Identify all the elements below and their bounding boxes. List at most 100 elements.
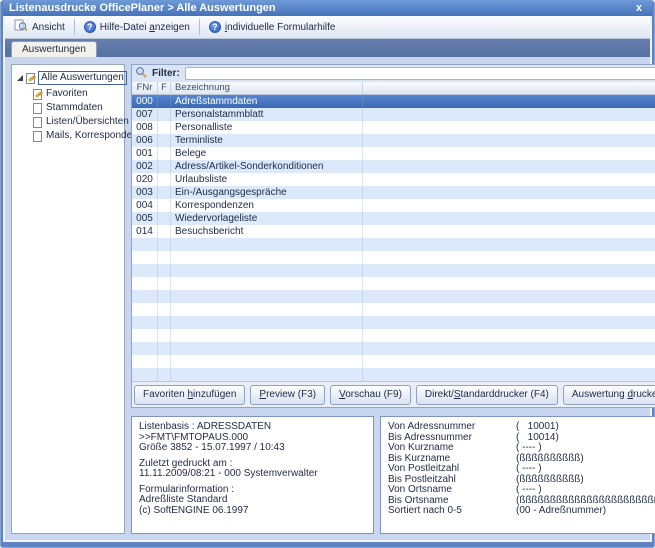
cell-fnr: 002	[132, 160, 158, 173]
table-row[interactable]: 006Terminliste	[132, 134, 655, 147]
direkt-standarddrucker-button[interactable]: Direkt/Standarddrucker (F4)	[416, 385, 558, 405]
cell-f	[158, 121, 171, 134]
table-row[interactable]: 020 Urlaubsliste	[132, 173, 655, 186]
cell-rest	[363, 277, 655, 290]
button-row: Favoriten hinzufügenPreview (F3)Vorschau…	[132, 381, 655, 407]
filter-row: Filter:	[132, 65, 655, 82]
param-row: Von Kurzname( ---- )	[388, 443, 655, 454]
window-title: Listenausdrucke OfficePlaner > Alle Ausw…	[9, 0, 632, 16]
table-row[interactable]: 004Korrespondenzen	[132, 199, 655, 212]
cell-rest	[363, 121, 655, 134]
close-button[interactable]: x	[632, 1, 646, 15]
auswertung-drucken-button[interactable]: Auswertung drucken	[563, 385, 655, 405]
tree-item-stammdaten[interactable]: Stammdaten	[15, 101, 121, 115]
cell-fnr	[132, 329, 158, 342]
cell-bezeichnung	[171, 316, 363, 329]
cell-bezeichnung	[171, 277, 363, 290]
cell-bezeichnung: Wiedervorlageliste	[171, 212, 363, 225]
help-icon: ?	[84, 21, 96, 33]
cell-rest	[363, 160, 655, 173]
empty-row[interactable]	[132, 368, 655, 381]
cell-bezeichnung: Ein-/Ausgangsgespräche	[171, 186, 363, 199]
cell-bezeichnung: Urlaubsliste	[171, 173, 363, 186]
view-icon	[14, 19, 28, 35]
cell-bezeichnung	[171, 355, 363, 368]
empty-row[interactable]	[132, 316, 655, 329]
empty-row[interactable]	[132, 303, 655, 316]
cell-f	[158, 225, 171, 238]
param-value: (00 - Adreßnummer)	[516, 506, 606, 517]
empty-row[interactable]	[132, 290, 655, 303]
cell-rest	[363, 329, 655, 342]
expander-icon[interactable]	[17, 75, 23, 81]
cell-rest	[363, 368, 655, 381]
param-value: ( ---- )	[516, 464, 542, 475]
empty-row[interactable]	[132, 277, 655, 290]
empty-row[interactable]	[132, 329, 655, 342]
param-value: ( ---- )	[516, 443, 542, 454]
cell-f	[158, 238, 171, 251]
bottom-panels: Listenbasis : ADRESSDATEN>>FMT\FMTOPAUS.…	[131, 416, 655, 534]
grid-header: FNrFBezeichnung	[132, 82, 655, 95]
tree-root-label: Alle Auswertungen	[38, 71, 127, 85]
empty-row[interactable]	[132, 342, 655, 355]
tree-item-listen-bersichten[interactable]: Listen/Übersichten	[15, 115, 121, 129]
cell-fnr: 020	[132, 173, 158, 186]
individuelle-formularhilfe-button[interactable]: ? individuelle Formularhilfe	[204, 19, 341, 35]
tab-auswertungen[interactable]: Auswertungen	[11, 41, 97, 57]
preview-button[interactable]: Preview (F3)	[250, 385, 325, 405]
tree-item-mails-korrespondenzen[interactable]: Mails, Korrespondenzen	[15, 129, 121, 143]
cell-fnr	[132, 303, 158, 316]
cell-bezeichnung	[171, 329, 363, 342]
tree-item-favoriten[interactable]: Favoriten	[15, 87, 121, 101]
cell-bezeichnung: Adreßstammdaten	[171, 95, 363, 108]
ansicht-button[interactable]: Ansicht	[9, 17, 70, 37]
tree-root-alle-auswertungen[interactable]: Alle Auswertungen	[15, 71, 121, 85]
cell-fnr: 000	[132, 95, 158, 108]
cell-rest	[363, 355, 655, 368]
empty-row[interactable]	[132, 355, 655, 368]
right-column: Filter: FNrFBezeichnung 000 Adreßstammdat…	[131, 64, 655, 534]
column-header-rest[interactable]	[363, 82, 655, 94]
hilfe-datei-anzeigen-button[interactable]: ? Hilfe-Datei anzeigen	[79, 19, 195, 35]
vorschau-button[interactable]: Vorschau (F9)	[330, 385, 411, 405]
cell-rest	[363, 95, 655, 108]
table-row[interactable]: 008Personalliste	[132, 121, 655, 134]
empty-row[interactable]	[132, 251, 655, 264]
empty-row[interactable]	[132, 238, 655, 251]
table-row[interactable]: 005Wiedervorlageliste	[132, 212, 655, 225]
form-pencil-icon	[26, 73, 35, 84]
ansicht-label: Ansicht	[32, 22, 65, 33]
document-icon	[33, 131, 42, 142]
table-row[interactable]: 014Besuchsbericht	[132, 225, 655, 238]
grid-body: 000Adreßstammdaten007Personalstammblatt0…	[132, 95, 655, 381]
empty-row[interactable]	[132, 264, 655, 277]
table-row[interactable]: 007Personalstammblatt	[132, 108, 655, 121]
table-row[interactable]: 000 Adreßstammdaten	[132, 95, 655, 108]
column-header-bezeichnung[interactable]: Bezeichnung	[171, 82, 363, 94]
tree-item-label: Favoriten	[46, 88, 88, 100]
cell-bezeichnung	[171, 342, 363, 355]
param-row: Von Postleitzahl( ---- )	[388, 464, 655, 475]
column-header-f[interactable]: F	[158, 82, 171, 94]
cell-rest	[363, 303, 655, 316]
cell-bezeichnung: Belege	[171, 147, 363, 160]
param-row: Von Ortsname( ---- )	[388, 485, 655, 496]
table-row[interactable]: 003Ein-/Ausgangsgespräche	[132, 186, 655, 199]
column-header-fnr[interactable]: FNr	[132, 82, 158, 94]
table-row[interactable]: 001Belege	[132, 147, 655, 160]
cell-f	[158, 277, 171, 290]
param-label: Von Adressnummer	[388, 422, 516, 433]
favoriten-hinzufuegen-button[interactable]: Favoriten hinzufügen	[134, 385, 245, 405]
hilfe-datei-label: Hilfe-Datei anzeigen	[100, 22, 190, 33]
filter-input[interactable]	[185, 67, 655, 80]
cell-rest	[363, 238, 655, 251]
document-icon	[33, 103, 42, 114]
cell-rest	[363, 186, 655, 199]
param-label: Von Postleitzahl	[388, 464, 516, 475]
cell-fnr	[132, 277, 158, 290]
cell-rest	[363, 173, 655, 186]
cell-f	[158, 251, 171, 264]
table-row[interactable]: 002Adress/Artikel-Sonderkonditionen	[132, 160, 655, 173]
param-row: Sortiert nach 0-5(00 - Adreßnummer)	[388, 506, 655, 517]
